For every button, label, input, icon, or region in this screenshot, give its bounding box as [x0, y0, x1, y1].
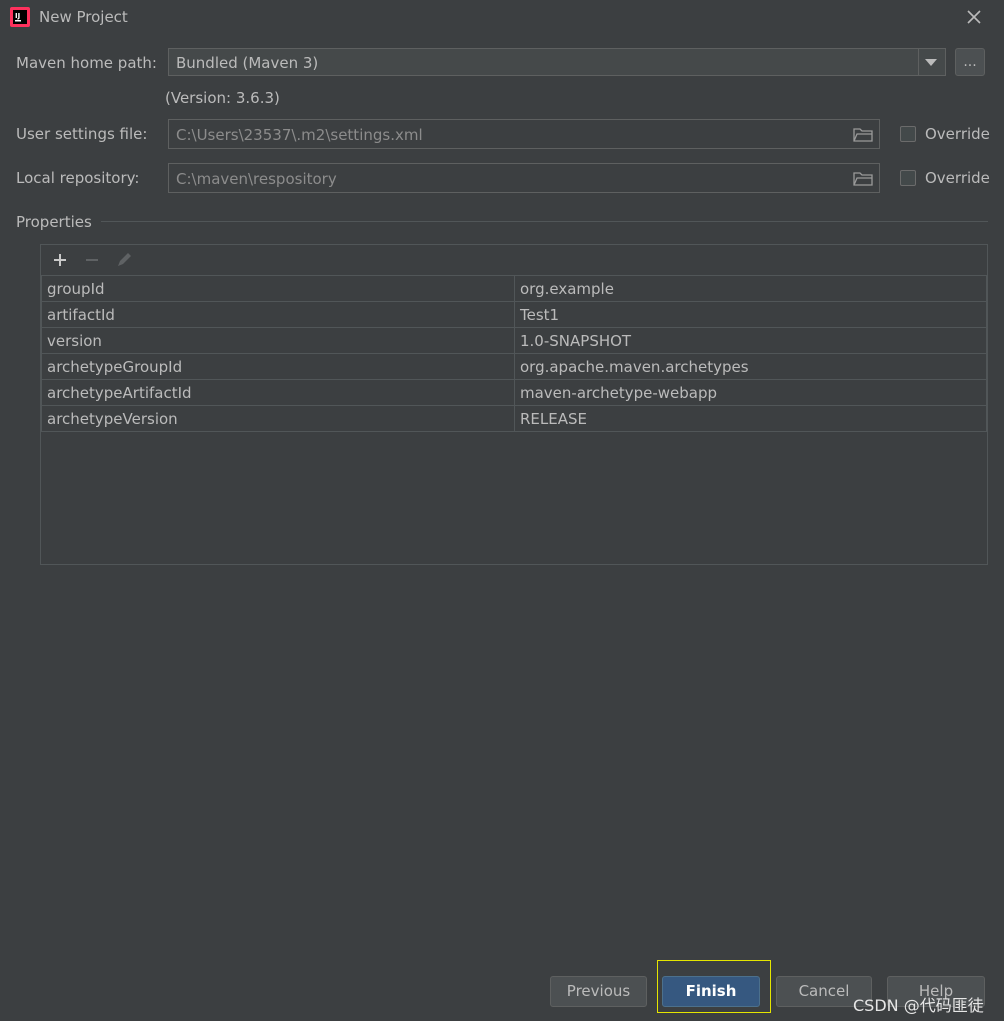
property-value[interactable]: org.example — [514, 275, 987, 302]
previous-button[interactable]: Previous — [550, 976, 647, 1007]
watermark: CSDN @代码匪徒 — [853, 996, 984, 1015]
remove-icon[interactable] — [81, 249, 103, 271]
property-key[interactable]: archetypeArtifactId — [41, 379, 515, 406]
property-key[interactable]: groupId — [41, 275, 515, 302]
table-row[interactable]: archetypeVersion RELEASE — [41, 405, 987, 432]
properties-table: groupId org.example artifactId Test1 ver… — [41, 275, 987, 432]
browse-maven-home-button[interactable]: ... — [955, 48, 985, 76]
property-value[interactable]: org.apache.maven.archetypes — [514, 353, 987, 380]
table-row[interactable]: artifactId Test1 — [41, 301, 987, 328]
maven-version-text: (Version: 3.6.3) — [165, 89, 280, 107]
local-repo-override-label[interactable]: Override — [925, 169, 990, 187]
property-value[interactable]: maven-archetype-webapp — [514, 379, 987, 406]
properties-title: Properties — [16, 213, 92, 231]
maven-home-value: Bundled (Maven 3) — [176, 54, 319, 72]
maven-home-label: Maven home path: — [16, 54, 157, 72]
folder-icon[interactable] — [853, 170, 873, 186]
local-repo-value: C:\maven\respository — [176, 170, 337, 188]
user-settings-override-checkbox[interactable] — [900, 126, 916, 142]
close-icon[interactable] — [963, 6, 985, 28]
property-value[interactable]: Test1 — [514, 301, 987, 328]
combo-divider — [918, 49, 919, 75]
title-bar: IJ New Project — [0, 0, 1004, 36]
properties-separator — [101, 221, 988, 222]
property-value[interactable]: 1.0-SNAPSHOT — [514, 327, 987, 354]
table-row[interactable]: archetypeArtifactId maven-archetype-weba… — [41, 379, 987, 406]
finish-button[interactable]: Finish — [662, 976, 760, 1007]
edit-icon[interactable] — [113, 249, 135, 271]
property-key[interactable]: archetypeGroupId — [41, 353, 515, 380]
properties-panel: groupId org.example artifactId Test1 ver… — [40, 244, 988, 565]
local-repo-field[interactable]: C:\maven\respository — [168, 163, 880, 193]
maven-home-select[interactable]: Bundled (Maven 3) — [168, 48, 946, 76]
user-settings-override-label[interactable]: Override — [925, 125, 990, 143]
user-settings-value: C:\Users\23537\.m2\settings.xml — [176, 126, 423, 144]
property-value[interactable]: RELEASE — [514, 405, 987, 432]
user-settings-field[interactable]: C:\Users\23537\.m2\settings.xml — [168, 119, 880, 149]
table-row[interactable]: groupId org.example — [41, 275, 987, 302]
svg-text:IJ: IJ — [15, 12, 20, 20]
table-row[interactable]: version 1.0-SNAPSHOT — [41, 327, 987, 354]
intellij-idea-icon: IJ — [10, 7, 30, 27]
local-repo-override-checkbox[interactable] — [900, 170, 916, 186]
properties-toolbar — [41, 245, 987, 275]
window-title: New Project — [39, 8, 128, 26]
property-key[interactable]: artifactId — [41, 301, 515, 328]
user-settings-label: User settings file: — [16, 125, 148, 143]
chevron-down-icon[interactable] — [925, 59, 937, 66]
folder-icon[interactable] — [853, 126, 873, 142]
property-key[interactable]: version — [41, 327, 515, 354]
table-row[interactable]: archetypeGroupId org.apache.maven.archet… — [41, 353, 987, 380]
local-repo-label: Local repository: — [16, 169, 140, 187]
add-icon[interactable] — [49, 249, 71, 271]
property-key[interactable]: archetypeVersion — [41, 405, 515, 432]
